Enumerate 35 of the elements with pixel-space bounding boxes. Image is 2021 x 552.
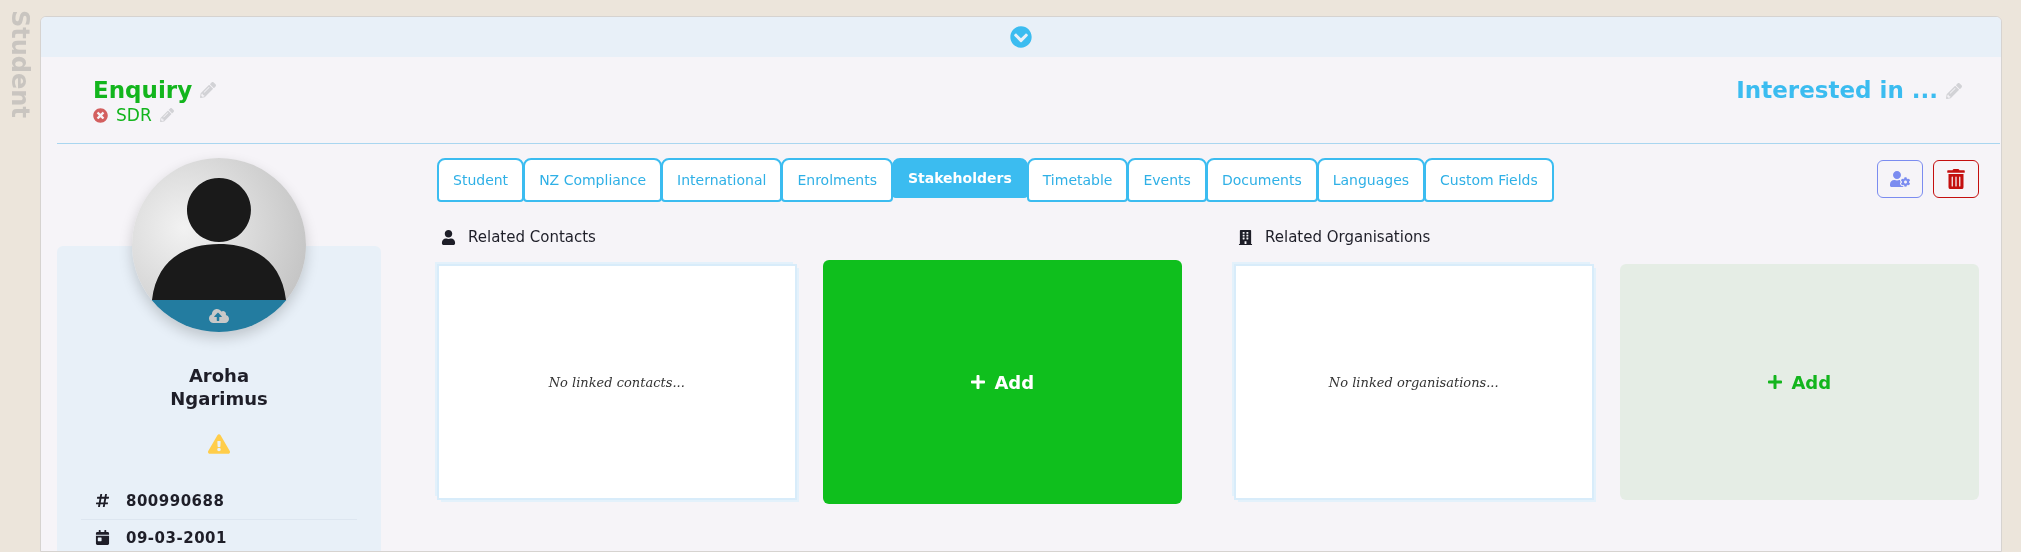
tab[interactable]: NZ Compliance	[523, 158, 663, 202]
empty-message: No linked organisations...	[1328, 374, 1499, 390]
tab[interactable]: International	[661, 158, 783, 202]
calendar-icon	[95, 530, 110, 546]
person-icon	[441, 229, 456, 245]
building-icon	[1238, 229, 1253, 245]
interest-title: Interested in ...	[1736, 77, 1938, 103]
tag-label: SDR	[116, 105, 152, 125]
tab[interactable]: Custom Fields	[1424, 158, 1554, 202]
student-name: Aroha Ngarimus	[169, 364, 269, 411]
tab[interactable]: Enrolments	[781, 158, 893, 202]
detail-text: 09-03-2001	[126, 528, 227, 547]
trash-icon	[1946, 169, 1966, 189]
tab[interactable]: Events	[1127, 158, 1207, 202]
status-title: Enquiry	[93, 77, 193, 103]
tab[interactable]: Languages	[1316, 158, 1426, 202]
remove-icon[interactable]	[93, 107, 108, 123]
tab[interactable]: Student	[437, 158, 525, 202]
tab[interactable]: Timetable	[1026, 158, 1129, 202]
add-button[interactable]: Add	[822, 260, 1182, 504]
cloud-upload-icon	[209, 306, 229, 326]
add-button[interactable]: Add	[1619, 264, 1979, 500]
chevron-down-icon[interactable]	[1010, 26, 1032, 48]
tab[interactable]: Documents	[1205, 158, 1318, 202]
hashtag-icon	[95, 493, 110, 509]
user-gear-icon	[1890, 169, 1910, 189]
detail-text: 800990688	[126, 491, 225, 510]
user-settings-button[interactable]	[1877, 160, 1923, 198]
plus-icon	[1767, 374, 1784, 390]
section-title: Related Organisations	[1265, 228, 1431, 246]
section-title: Related Contacts	[468, 228, 596, 246]
tab[interactable]: Stakeholders	[891, 158, 1028, 198]
plus-icon	[970, 374, 987, 390]
delete-button[interactable]	[1933, 160, 1979, 198]
empty-message: No linked contacts...	[548, 374, 685, 390]
